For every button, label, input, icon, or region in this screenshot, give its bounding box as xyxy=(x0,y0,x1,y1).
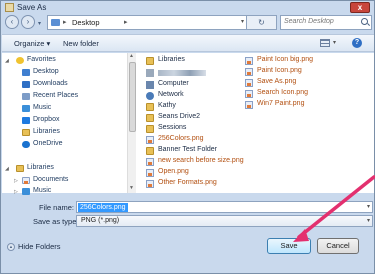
view-options-icon[interactable] xyxy=(320,39,330,47)
onedrive-icon xyxy=(22,141,30,148)
folder-icon xyxy=(146,103,154,111)
chevron-down-icon[interactable]: ▾ xyxy=(367,217,370,224)
documents-icon xyxy=(22,177,30,184)
save-as-dialog: Save As x ‹ › ▾ ▸ Desktop ▸ ▾ ↻ Search D… xyxy=(0,0,375,274)
png-file-icon xyxy=(245,79,253,87)
search-icon[interactable] xyxy=(361,18,368,25)
scrollbar-thumb[interactable] xyxy=(129,62,136,132)
user-folder-icon xyxy=(146,69,154,77)
dropbox-icon xyxy=(22,117,30,124)
breadcrumb-chevron-icon[interactable]: ▸ xyxy=(63,18,67,26)
save-type-label: Save as type: xyxy=(33,217,79,226)
downloads-icon xyxy=(22,81,30,88)
recent-locations-dropdown-icon[interactable]: ▾ xyxy=(38,20,41,27)
png-file-icon xyxy=(245,90,253,98)
collapse-icon[interactable]: ◢ xyxy=(5,58,9,64)
file-name-label: File name: xyxy=(39,203,75,212)
refresh-button[interactable]: ↻ xyxy=(247,15,277,30)
chevron-up-icon: ▲ xyxy=(7,243,15,251)
blurred-name xyxy=(158,70,206,76)
png-file-icon xyxy=(245,57,253,65)
png-file-icon xyxy=(146,180,154,188)
desktop-icon xyxy=(22,69,30,76)
save-type-value: PNG (*.png) xyxy=(81,217,120,224)
breadcrumb-location[interactable]: Desktop xyxy=(72,18,100,27)
png-file-icon xyxy=(146,169,154,177)
forward-button[interactable]: › xyxy=(21,15,35,29)
browser-area: ◢ Favorites Desktop Downloads Recent Pla… xyxy=(2,53,374,195)
search-box[interactable]: Search Desktop xyxy=(280,15,372,30)
title-bar: Save As x xyxy=(1,1,374,15)
breadcrumb-chevron-icon[interactable]: ▸ xyxy=(124,18,128,26)
navigation-scrollbar[interactable]: ▲ ▼ xyxy=(127,53,136,193)
network-icon xyxy=(146,92,154,100)
file-name-field[interactable]: 256Colors.png ▾ xyxy=(76,201,373,213)
address-dropdown-icon[interactable]: ▾ xyxy=(241,18,244,25)
png-file-icon xyxy=(245,101,253,109)
collapse-icon[interactable]: ◢ xyxy=(5,166,9,172)
expand-icon[interactable]: ▷ xyxy=(14,189,18,195)
view-dropdown-icon[interactable]: ▾ xyxy=(333,39,336,46)
png-file-icon xyxy=(146,136,154,144)
music-icon xyxy=(22,105,30,112)
png-file-icon xyxy=(146,158,154,166)
recent-places-icon xyxy=(22,93,30,100)
libraries-icon xyxy=(146,57,154,65)
folder-icon xyxy=(146,125,154,133)
close-button[interactable]: x xyxy=(350,2,370,13)
command-bar: Organize ▾ New folder ▾ ? xyxy=(2,34,374,52)
folder-icon xyxy=(146,147,154,155)
navigation-pane: ◢ Favorites Desktop Downloads Recent Pla… xyxy=(2,53,127,195)
libraries-icon xyxy=(16,165,24,172)
libraries-icon xyxy=(22,129,30,136)
window-title: Save As xyxy=(17,3,47,12)
new-folder-button[interactable]: New folder xyxy=(63,39,99,48)
back-button[interactable]: ‹ xyxy=(5,15,19,29)
scroll-up-icon[interactable]: ▲ xyxy=(129,53,134,59)
music-icon xyxy=(22,188,30,195)
cancel-button[interactable]: Cancel xyxy=(317,238,359,254)
save-type-select[interactable]: PNG (*.png) ▾ xyxy=(76,215,373,227)
expand-icon[interactable]: ▷ xyxy=(14,178,18,184)
file-name-selection[interactable]: 256Colors.png xyxy=(78,203,128,212)
computer-icon xyxy=(146,81,154,89)
chevron-down-icon[interactable]: ▾ xyxy=(367,203,370,210)
address-bar[interactable]: ▸ Desktop ▸ ▾ xyxy=(47,15,247,30)
star-icon xyxy=(16,57,24,64)
refresh-icon: ↻ xyxy=(258,18,265,27)
folder-icon xyxy=(146,114,154,122)
organize-menu[interactable]: Organize ▾ xyxy=(14,39,50,48)
arrow-left-icon: ‹ xyxy=(10,17,14,26)
app-icon xyxy=(5,3,14,12)
file-list: Libraries Computer Network Kathy Seans D… xyxy=(142,53,374,193)
png-file-icon xyxy=(245,68,253,76)
search-input[interactable]: Search Desktop xyxy=(284,18,334,25)
help-icon[interactable]: ? xyxy=(352,38,362,48)
scroll-down-icon[interactable]: ▼ xyxy=(129,185,134,191)
folder-icon xyxy=(51,19,60,26)
save-button[interactable]: Save xyxy=(267,238,311,254)
arrow-right-icon: › xyxy=(26,17,30,26)
